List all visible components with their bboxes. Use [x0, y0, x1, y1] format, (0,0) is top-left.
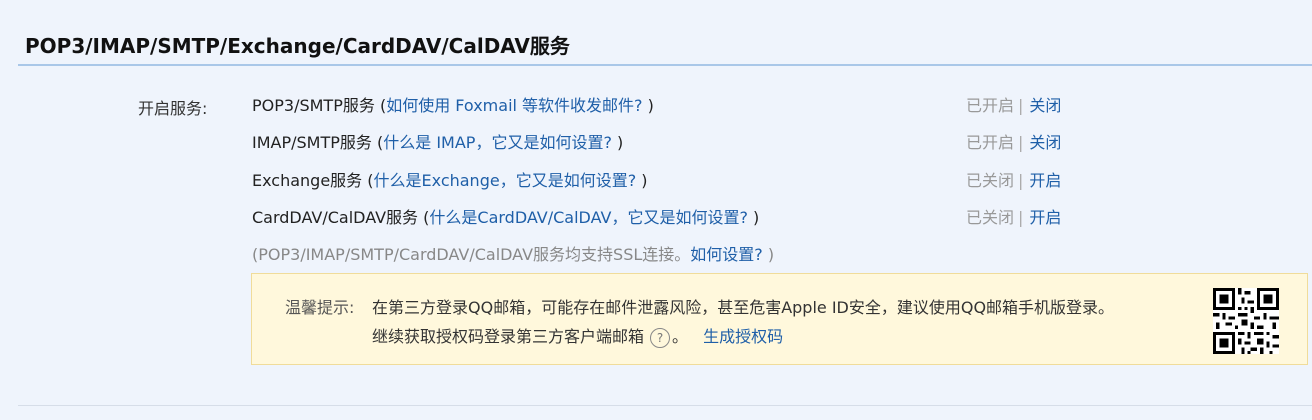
separator: | — [1018, 96, 1024, 115]
ssl-note-text: (POP3/IMAP/SMTP/CardDAV/CalDAV服务均支持SSL连接… — [252, 245, 691, 264]
generate-auth-code-link[interactable]: 生成授权码 — [703, 327, 783, 346]
paren-open: ( — [371, 133, 384, 152]
service-name: CardDAV/CalDAV服务 — [252, 208, 419, 227]
status-text: 已开启 — [966, 96, 1015, 115]
services-label: 开启服务: — [138, 99, 208, 118]
paren-open: ( — [362, 171, 374, 190]
paren-open: ( — [374, 96, 387, 115]
status-text: 已关闭 — [966, 171, 1015, 190]
separator: | — [1018, 171, 1024, 190]
title-divider — [18, 64, 1312, 66]
tip-auth-line: 继续获取授权码登录第三方客户端邮箱?。 生成授权码 — [372, 323, 783, 348]
help-link-imap[interactable]: 什么是 IMAP，它又是如何设置? — [383, 133, 612, 152]
paren-open: ( — [418, 208, 430, 227]
service-status-imap: 已开启 | 关闭 — [966, 129, 1061, 153]
help-link-carddav[interactable]: 什么是CardDAV/CalDAV，它又是如何设置? — [429, 208, 748, 227]
tip-warning-text: 在第三方登录QQ邮箱，可能存在邮件泄露风险，甚至危害Apple ID安全，建议使… — [372, 298, 1115, 317]
ssl-note-close: ) — [762, 245, 775, 264]
tip-period: 。 — [672, 327, 689, 346]
paren-close: ) — [747, 208, 760, 227]
service-status-exchange: 已关闭 | 开启 — [966, 167, 1061, 191]
service-status-carddav: 已关闭 | 开启 — [966, 204, 1061, 228]
tip-label: 温馨提示: — [285, 298, 355, 317]
help-circle-icon[interactable]: ? — [650, 327, 671, 348]
help-link-pop3[interactable]: 如何使用 Foxmail 等软件收发邮件? — [386, 96, 642, 115]
service-name: IMAP/SMTP服务 — [252, 133, 372, 152]
service-row-carddav: CardDAV/CalDAV服务 (什么是CardDAV/CalDAV，它又是如… — [252, 204, 759, 228]
toggle-button-pop3[interactable]: 关闭 — [1029, 96, 1061, 115]
service-row-pop3: POP3/SMTP服务 (如何使用 Foxmail 等软件收发邮件? ) — [252, 92, 654, 116]
ssl-settings-link[interactable]: 如何设置? — [690, 245, 763, 264]
service-status-pop3: 已开启 | 关闭 — [966, 92, 1061, 116]
toggle-button-carddav[interactable]: 开启 — [1029, 208, 1061, 227]
service-name: Exchange服务 — [252, 171, 363, 190]
service-name: POP3/SMTP服务 — [252, 96, 375, 115]
bottom-divider — [18, 405, 1312, 406]
separator: | — [1018, 133, 1024, 152]
paren-close: ) — [636, 171, 648, 190]
paren-close: ) — [642, 96, 654, 115]
status-text: 已关闭 — [966, 208, 1015, 227]
toggle-button-exchange[interactable]: 开启 — [1029, 171, 1061, 190]
help-link-exchange[interactable]: 什么是Exchange，它又是如何设置? — [374, 171, 637, 190]
status-text: 已开启 — [966, 133, 1015, 152]
toggle-button-imap[interactable]: 关闭 — [1029, 133, 1061, 152]
ssl-note: (POP3/IMAP/SMTP/CardDAV/CalDAV服务均支持SSL连接… — [252, 241, 774, 265]
security-tip-box: 温馨提示: 在第三方登录QQ邮箱，可能存在邮件泄露风险，甚至危害Apple ID… — [251, 273, 1308, 365]
tip-auth-text: 继续获取授权码登录第三方客户端邮箱 — [372, 327, 645, 346]
service-row-exchange: Exchange服务 (什么是Exchange，它又是如何设置? ) — [252, 167, 648, 191]
service-row-imap: IMAP/SMTP服务 (什么是 IMAP，它又是如何设置? ) — [252, 129, 623, 153]
separator: | — [1018, 208, 1024, 227]
qr-code-icon — [1213, 288, 1279, 354]
paren-close: ) — [611, 133, 624, 152]
section-title: POP3/IMAP/SMTP/Exchange/CardDAV/CalDAV服务 — [25, 34, 570, 58]
